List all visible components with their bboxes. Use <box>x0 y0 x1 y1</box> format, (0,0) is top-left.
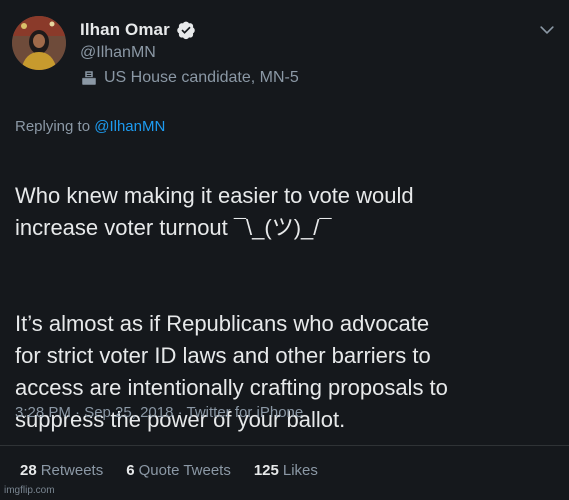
retweets-stat[interactable]: 28 Retweets <box>20 462 103 479</box>
ballot-box-icon <box>80 69 98 87</box>
verified-badge-icon <box>176 20 196 40</box>
avatar-image <box>12 16 66 70</box>
author-display-name[interactable]: Ilhan Omar <box>80 20 170 40</box>
chevron-down-icon[interactable] <box>537 20 557 40</box>
quote-tweets-count: 6 <box>126 462 135 479</box>
author-info: Ilhan Omar @IlhanMN US House candidate, … <box>80 18 299 87</box>
replying-to: Replying to @IlhanMN <box>15 118 165 135</box>
watermark: imgflip.com <box>4 485 55 496</box>
likes-stat[interactable]: 125 Likes <box>254 462 318 479</box>
quote-tweets-stat[interactable]: 6 Quote Tweets <box>126 462 231 479</box>
retweets-label: Retweets <box>40 462 104 479</box>
tweet-paragraph: Who knew making it easier to vote would … <box>15 183 414 240</box>
replying-to-prefix: Replying to <box>15 118 91 135</box>
tweet-timestamp[interactable]: 3:28 PM · Sep 25, 2018 · Twitter for iPh… <box>15 404 303 421</box>
tweet-header: Ilhan Omar @IlhanMN US House candidate, … <box>12 16 557 96</box>
divider <box>0 445 569 446</box>
avatar[interactable] <box>12 16 66 70</box>
author-handle[interactable]: @IlhanMN <box>80 44 299 62</box>
author-label: US House candidate, MN-5 <box>80 69 299 87</box>
quote-tweets-label: Quote Tweets <box>138 462 231 479</box>
engagement-stats: 28 Retweets 6 Quote Tweets 125 Likes <box>20 462 341 479</box>
reply-mention-link[interactable]: @IlhanMN <box>94 118 165 135</box>
author-label-text: US House candidate, MN-5 <box>104 69 299 86</box>
retweets-count: 28 <box>20 462 37 479</box>
likes-count: 125 <box>253 462 279 479</box>
tweet-card: Ilhan Omar @IlhanMN US House candidate, … <box>0 0 569 500</box>
likes-label: Likes <box>282 462 318 479</box>
